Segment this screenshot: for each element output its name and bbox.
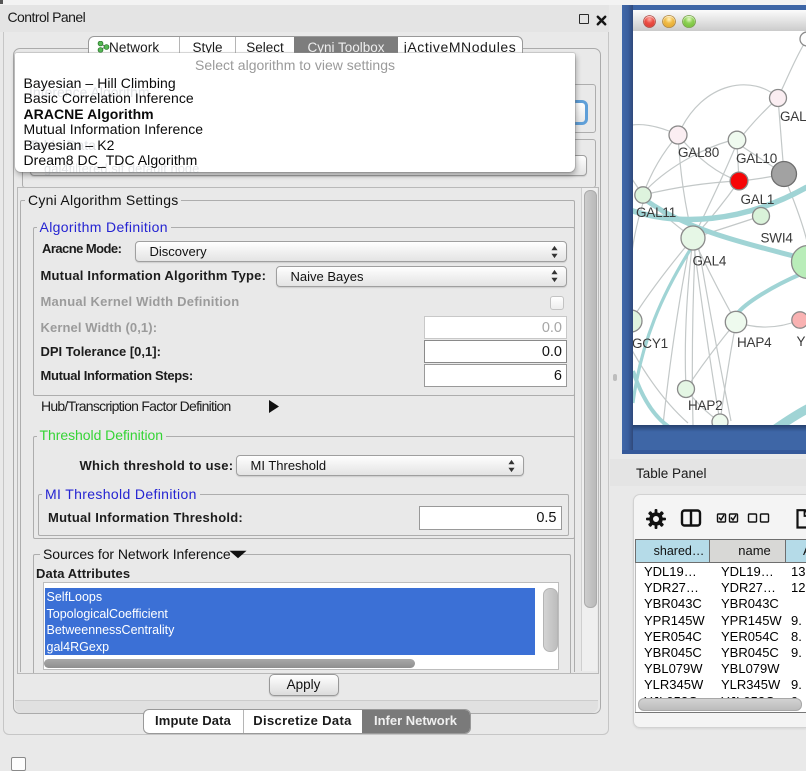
svg-text:GAL11: GAL11 xyxy=(636,205,676,220)
svg-text:Y: Y xyxy=(797,334,806,349)
svg-text:GAL10: GAL10 xyxy=(736,151,777,166)
svg-text:GAL4: GAL4 xyxy=(693,254,727,269)
svg-text:HAP4: HAP4 xyxy=(737,335,772,350)
svg-text:GAL: GAL xyxy=(780,109,806,124)
svg-text:GAL1: GAL1 xyxy=(741,192,775,207)
svg-text:GAL80: GAL80 xyxy=(678,145,719,160)
svg-text:HAP2: HAP2 xyxy=(688,398,722,413)
svg-text:GCY1: GCY1 xyxy=(633,336,668,351)
svg-text:SWI4: SWI4 xyxy=(761,231,794,246)
